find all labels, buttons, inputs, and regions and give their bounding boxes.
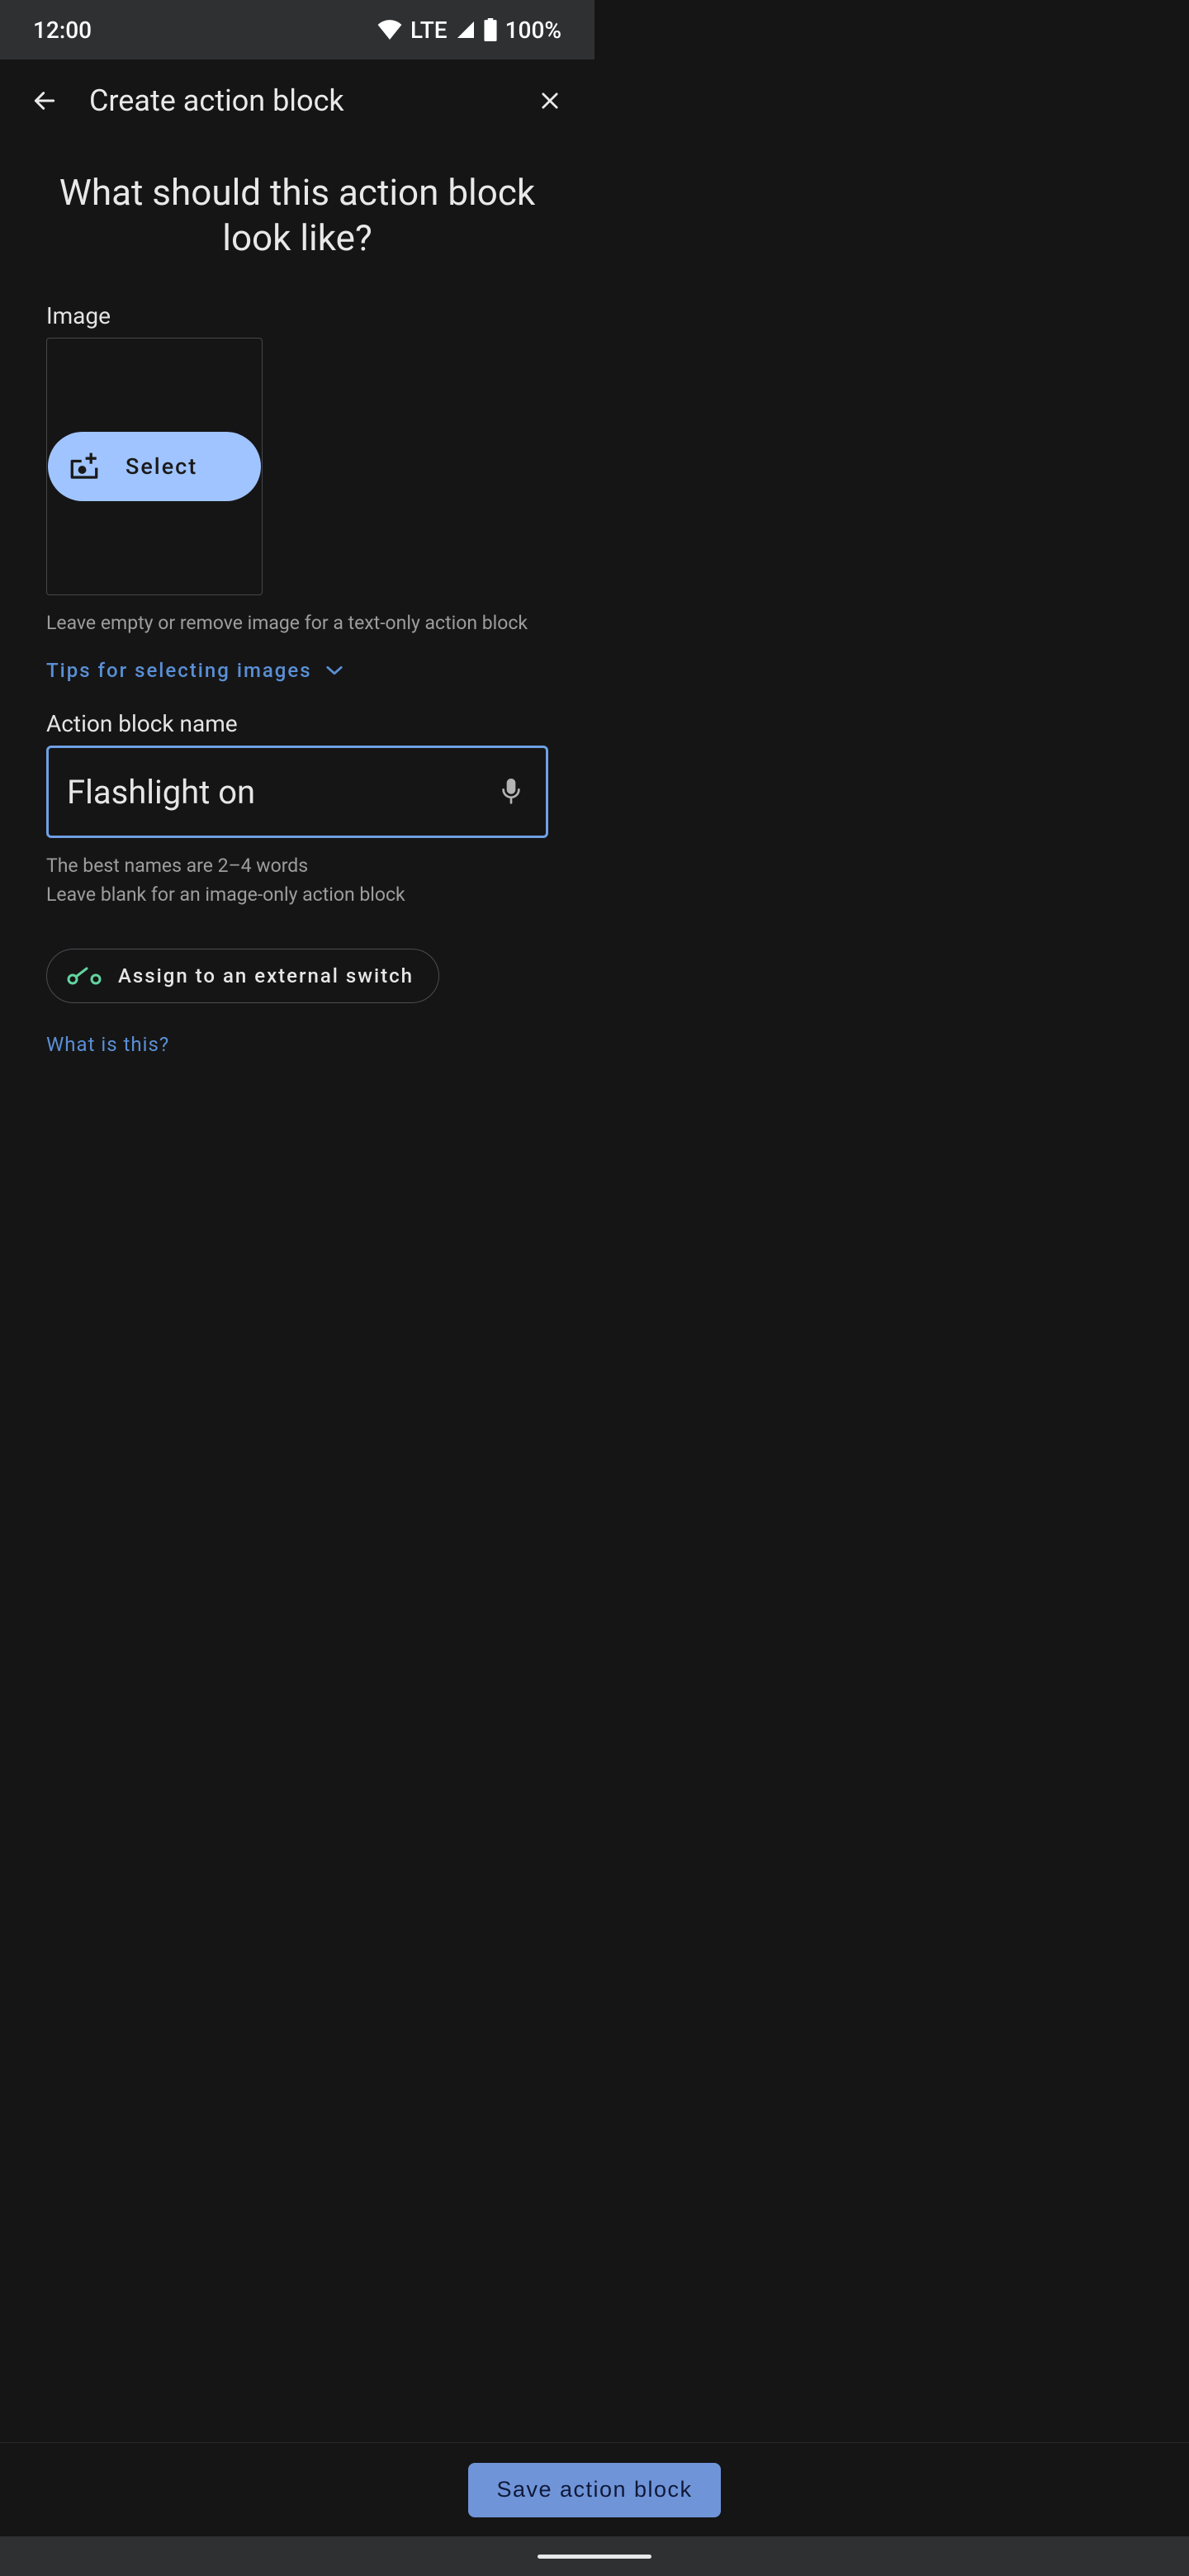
assign-switch-label: Assign to an external switch xyxy=(118,964,414,987)
tips-link[interactable]: Tips for selecting images xyxy=(46,659,548,682)
image-section-label: Image xyxy=(46,302,548,329)
name-section-label: Action block name xyxy=(46,710,548,737)
select-image-button[interactable]: Select xyxy=(48,432,261,501)
status-right: LTE 100% xyxy=(377,17,561,44)
chevron-down-icon xyxy=(325,665,343,676)
voice-input-button[interactable] xyxy=(495,775,528,808)
close-button[interactable] xyxy=(530,81,570,121)
network-label: LTE xyxy=(410,17,448,44)
camera-plus-icon xyxy=(68,452,101,481)
wifi-icon xyxy=(377,20,402,40)
status-time: 12:00 xyxy=(33,17,92,44)
signal-icon xyxy=(456,20,476,40)
battery-icon xyxy=(484,18,497,41)
assign-switch-button[interactable]: Assign to an external switch xyxy=(46,949,439,1003)
select-image-label: Select xyxy=(126,453,197,480)
app-bar-title: Create action block xyxy=(89,83,505,118)
page-heading: What should this action block look like? xyxy=(46,167,548,286)
name-helper-1: The best names are 2–4 words xyxy=(46,855,548,877)
system-nav-bar xyxy=(0,2536,1189,2576)
mic-icon xyxy=(501,779,521,805)
image-helper-text: Leave empty or remove image for a text-o… xyxy=(46,612,548,634)
close-icon xyxy=(538,89,561,112)
back-button[interactable] xyxy=(25,81,64,121)
name-field-container xyxy=(46,746,548,838)
switch-icon xyxy=(67,967,102,985)
status-bar: 12:00 LTE 100% xyxy=(0,0,594,59)
main-content: What should this action block look like?… xyxy=(0,142,594,1056)
home-indicator[interactable] xyxy=(538,2555,651,2559)
tips-link-label: Tips for selecting images xyxy=(46,659,312,682)
arrow-left-icon xyxy=(31,88,58,114)
app-bar: Create action block xyxy=(0,59,594,142)
name-input[interactable] xyxy=(67,773,495,812)
save-button[interactable]: Save action block xyxy=(468,2463,720,2517)
battery-label: 100% xyxy=(505,17,561,44)
image-preview-box: Select xyxy=(46,338,263,595)
what-is-this-link[interactable]: What is this? xyxy=(46,1033,169,1056)
bottom-bar: Save action block xyxy=(0,2442,1189,2536)
name-helper-2: Leave blank for an image-only action blo… xyxy=(46,883,548,906)
